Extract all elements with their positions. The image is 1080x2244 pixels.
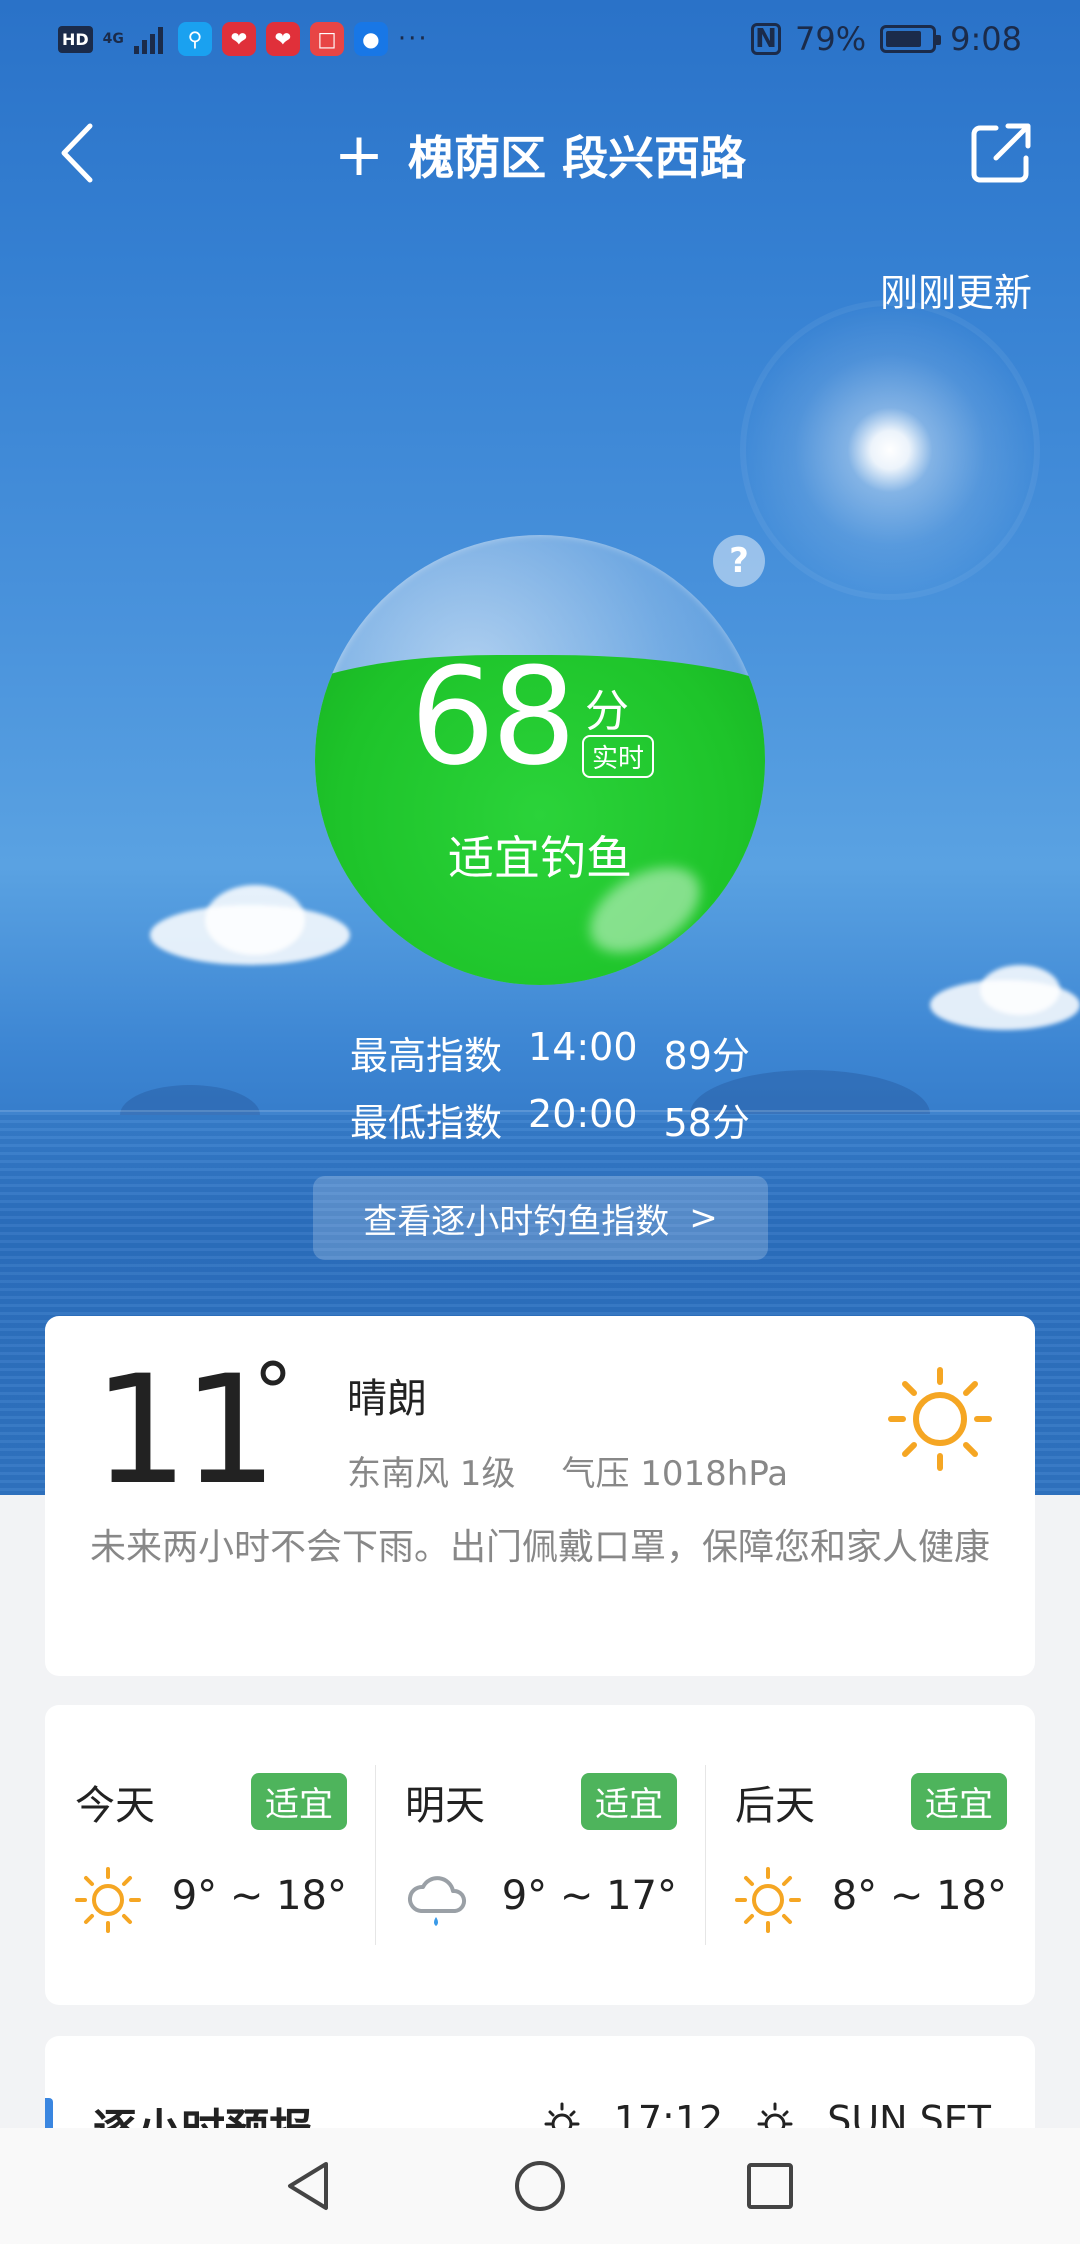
current-temperature: 11 <box>93 1344 278 1518</box>
more-notifications-icon: ··· <box>397 24 429 54</box>
bulb-app-icon: ● <box>353 22 388 56</box>
battery-icon <box>880 25 942 53</box>
low-index-label: 最低指数 <box>350 1101 503 1145</box>
wind-pressure-row: 东南风 1级 气压 1018hPa <box>347 1446 788 1495</box>
day-name: 明天 <box>405 1783 485 1829</box>
battery-fill <box>886 31 922 47</box>
rain-cloud-icon <box>408 1876 466 1926</box>
signal-icon <box>133 27 163 54</box>
status-left: HD 4G ⚲ ❤ ❤ □ ● ··· <box>58 22 429 56</box>
high-index-value: 89分 <box>663 1034 750 1078</box>
location-title[interactable]: + 槐荫区 段兴西路 <box>0 122 1080 188</box>
nav-home-icon[interactable] <box>510 2156 570 2216</box>
realtime-badge: 实时 <box>582 735 655 778</box>
chevron-right-icon: > <box>689 1198 718 1238</box>
high-index-row: 最高指数 14:00 89分 <box>350 1025 750 1080</box>
sun-icon <box>735 1867 801 1933</box>
nav-back-icon[interactable] <box>280 2156 340 2216</box>
status-right: N 79% 9:08 <box>751 20 1022 58</box>
suitability-badge: 适宜 <box>251 1773 347 1830</box>
share-icon <box>971 123 1031 183</box>
signal-label: 4G <box>102 31 124 47</box>
three-day-forecast-card: 今天 适宜 9° ~ 18° 明天 适宜 9° ~ 17° 后天 适宜 8° ~… <box>45 1705 1035 2005</box>
day-forecast-day-after[interactable]: 后天 适宜 8° ~ 18° <box>705 1705 1035 2005</box>
temperature-range: 9° ~ 17° <box>501 1873 677 1919</box>
add-location-icon[interactable]: + <box>334 125 384 185</box>
day-name: 今天 <box>75 1783 155 1829</box>
battery-percent: 79% <box>795 20 867 58</box>
clock: 9:08 <box>950 20 1022 58</box>
high-index-label: 最高指数 <box>350 1034 503 1078</box>
low-index-time: 20:00 <box>528 1092 638 1136</box>
sun-icon <box>75 1867 141 1933</box>
share-button[interactable] <box>966 118 1036 188</box>
day-forecast-tomorrow[interactable]: 明天 适宜 9° ~ 17° <box>375 1705 705 2005</box>
current-weather-card: 11 ° 晴朗 东南风 1级 气压 1018hPa 未来两小时不会下雨。出门佩戴… <box>45 1316 1035 1676</box>
pressure-info: 气压 1018hPa <box>561 1454 789 1494</box>
location-name: 槐荫区 段兴西路 <box>408 131 747 185</box>
temperature-range: 9° ~ 18° <box>171 1873 347 1919</box>
weather-condition: 晴朗 <box>347 1376 427 1422</box>
nfc-icon: N <box>751 23 782 55</box>
heart-app-icon: ❤ <box>265 22 300 56</box>
low-index-row: 最低指数 20:00 58分 <box>350 1092 750 1147</box>
weather-tip: 未来两小时不会下雨。出门佩戴口罩，保障您和家人健康 <box>90 1527 991 1568</box>
cloud <box>980 965 1060 1015</box>
help-button[interactable]: ? <box>713 535 765 587</box>
score-description: 适宜钓鱼 <box>448 831 632 885</box>
system-navigation-bar <box>0 2128 1080 2244</box>
update-status: 刚刚更新 <box>879 271 1032 315</box>
score-unit: 分 <box>585 686 629 737</box>
sun-icon <box>888 1367 992 1471</box>
day-forecast-today[interactable]: 今天 适宜 9° ~ 18° <box>45 1705 375 2005</box>
nav-recents-icon[interactable] <box>740 2156 800 2216</box>
hourly-index-button-label: 查看逐小时钓鱼指数 <box>363 1201 670 1242</box>
suitability-badge: 适宜 <box>581 1773 677 1830</box>
heart-app-icon: ❤ <box>221 22 256 56</box>
degree-symbol: ° <box>253 1346 293 1439</box>
suitability-badge: 适宜 <box>911 1773 1007 1830</box>
search-app-icon: ⚲ <box>177 22 212 56</box>
wind-info: 东南风 1级 <box>347 1454 516 1494</box>
cloud <box>205 885 305 955</box>
book-app-icon: □ <box>309 22 344 56</box>
hourly-index-button[interactable]: 查看逐小时钓鱼指数 > <box>313 1176 768 1260</box>
fishing-score: 68 <box>410 639 577 795</box>
day-name: 后天 <box>735 1783 815 1829</box>
high-index-time: 14:00 <box>528 1025 638 1069</box>
sun-ring <box>740 300 1040 600</box>
status-bar: HD 4G ⚲ ❤ ❤ □ ● ··· N 79% 9:08 <box>0 0 1080 80</box>
low-index-value: 58分 <box>663 1101 750 1145</box>
temperature-range: 8° ~ 18° <box>831 1873 1007 1919</box>
hd-icon: HD <box>58 25 93 53</box>
